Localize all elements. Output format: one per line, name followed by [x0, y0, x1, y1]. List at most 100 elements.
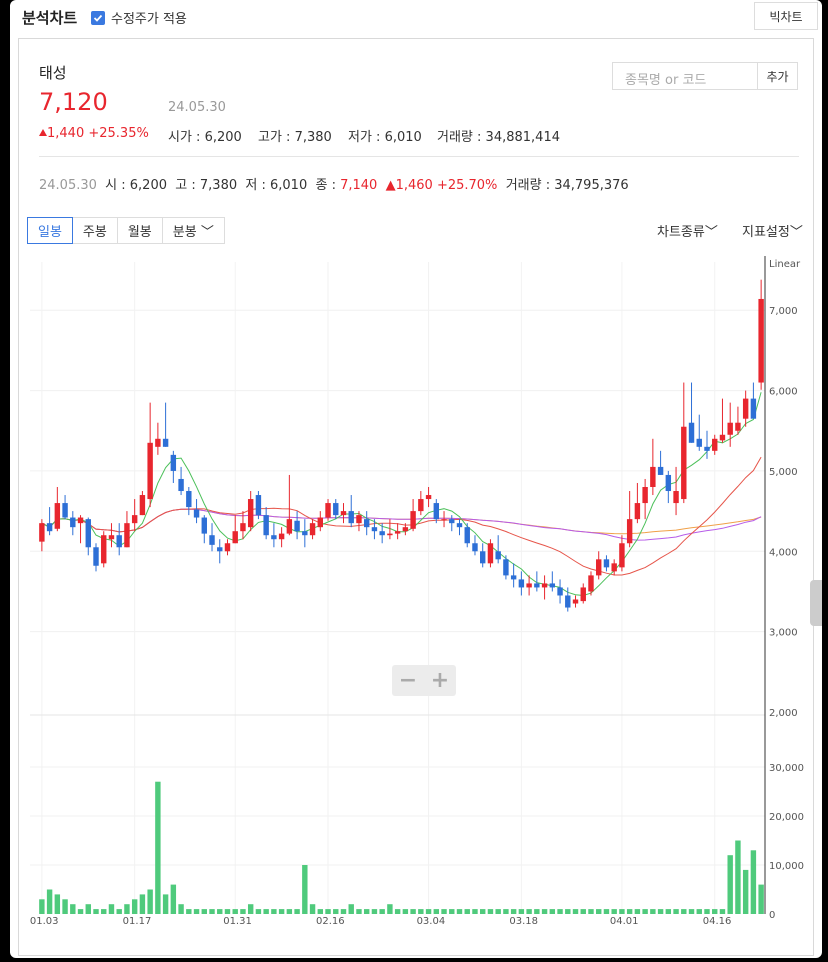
up-triangle-icon	[39, 129, 47, 136]
volume-bar	[394, 909, 401, 914]
tab-monthly[interactable]: 월봉	[116, 217, 163, 244]
candle-body	[402, 527, 409, 532]
candle-body	[371, 527, 378, 532]
scale-label: Linear	[769, 259, 801, 270]
volume-tick-label: 10,000,000	[769, 861, 804, 872]
stock-name: 태성	[39, 64, 67, 82]
candle-body	[147, 442, 153, 500]
date-tick-label: 04.16	[703, 916, 732, 926]
price-tick-label: 3,000	[769, 628, 798, 639]
candle-body	[557, 587, 563, 596]
volume-bar	[108, 904, 115, 914]
volume-bar	[557, 909, 563, 914]
candle-body	[565, 595, 571, 608]
quote-date: 24.05.30	[168, 100, 226, 115]
volume-bar	[696, 909, 702, 914]
date-tick-label: 01.17	[123, 916, 152, 926]
candle-body	[549, 583, 556, 588]
volume-bar	[650, 909, 656, 914]
candle-body	[348, 511, 354, 524]
candle-body	[750, 398, 757, 419]
volume-bar	[247, 904, 254, 914]
volume-bar	[77, 909, 84, 914]
candle-body	[131, 515, 138, 524]
volume-bar	[39, 899, 45, 914]
volume-bar	[673, 909, 679, 914]
zoom-in-button[interactable]: +	[424, 665, 456, 696]
side-panel-handle[interactable]	[810, 580, 822, 626]
volume-bar	[178, 904, 184, 914]
date-tick-label: 03.04	[417, 916, 446, 926]
candle-body	[572, 599, 579, 604]
volume-bar	[379, 909, 385, 914]
tab-weekly[interactable]: 주봉	[71, 217, 118, 244]
candle-body	[93, 547, 99, 566]
volume-bar	[70, 904, 76, 914]
checkbox-checked-icon[interactable]	[91, 10, 105, 25]
app-frame: 분석차트 수정주가 적용 빅차트 태성 7,120 24.05.30 1,440…	[10, 0, 822, 958]
date-tick-label: 04.01	[610, 916, 639, 926]
volume-bar	[588, 909, 594, 914]
volume-tick-label: 20,000,000	[769, 812, 804, 823]
candle-body	[418, 499, 424, 512]
volume-bar	[286, 909, 293, 914]
candle-body	[510, 575, 517, 580]
candle-body	[54, 503, 61, 529]
candle-body	[410, 511, 416, 529]
ma120-line	[41, 508, 762, 535]
candle-body	[186, 491, 192, 508]
volume-bar	[201, 909, 207, 914]
volume-bar	[727, 855, 733, 914]
indicator-menu[interactable]: 지표설정﹀	[742, 221, 803, 240]
candle-body	[394, 531, 401, 534]
candle-body	[619, 543, 625, 568]
stock-search-input[interactable]: 종목명 or 코드	[612, 62, 758, 90]
candle-body	[642, 487, 648, 504]
candle-body	[70, 517, 76, 528]
volume-bar	[116, 909, 122, 914]
summary-row: 24.05.30 시 : 6,200 고 : 7,380 저 : 6,010 종…	[39, 178, 629, 193]
tab-daily[interactable]: 일봉	[27, 217, 73, 244]
candle-body	[340, 511, 347, 516]
candle-body	[155, 438, 161, 447]
candle-body	[688, 422, 695, 443]
price-change: 1,440 +25.35%	[47, 126, 149, 141]
volume-bar	[758, 884, 764, 914]
chart-type-menu[interactable]: 차트종류﹀	[657, 221, 718, 240]
volume-bar	[634, 909, 641, 914]
candle-body	[309, 523, 316, 536]
zoom-out-button[interactable]: −	[392, 665, 424, 696]
candle-body	[224, 543, 231, 552]
volume-bar	[712, 909, 718, 914]
candle-body	[487, 543, 494, 564]
candle-body	[449, 519, 455, 524]
adjusted-price-checkbox[interactable]: 수정주가 적용	[91, 8, 187, 27]
candle-body	[518, 579, 525, 588]
add-stock-button[interactable]: 추가	[757, 62, 798, 90]
volume-bar	[155, 781, 161, 914]
volume-bar	[565, 909, 571, 914]
candle-body	[541, 583, 548, 588]
volume-bar	[681, 909, 687, 914]
page-title: 분석차트	[22, 9, 78, 27]
tab-minute[interactable]: 분봉 ﹀	[161, 217, 225, 244]
big-chart-button[interactable]: 빅차트	[754, 2, 818, 30]
volume-stat: 거래량 : 34,881,414	[437, 130, 560, 145]
volume-bar	[580, 909, 586, 914]
chevron-down-icon: ﹀	[196, 225, 214, 240]
volume-bar	[704, 909, 710, 914]
divider	[39, 156, 799, 157]
volume-bar	[688, 909, 695, 914]
volume-bar	[193, 909, 200, 914]
candle-body	[712, 438, 718, 451]
volume-bar	[526, 909, 532, 914]
volume-bar	[124, 904, 130, 914]
volume-bar	[232, 909, 238, 914]
candle-body	[681, 426, 687, 500]
volume-bar	[456, 909, 463, 914]
volume-bar	[139, 894, 146, 914]
stock-chart[interactable]: Linear 7,000 6,000 5,000 4,000 3,000 2,000 30,0…	[28, 256, 804, 926]
candle-body	[209, 535, 215, 545]
volume-bar	[294, 909, 300, 914]
volume-bar	[162, 894, 169, 914]
